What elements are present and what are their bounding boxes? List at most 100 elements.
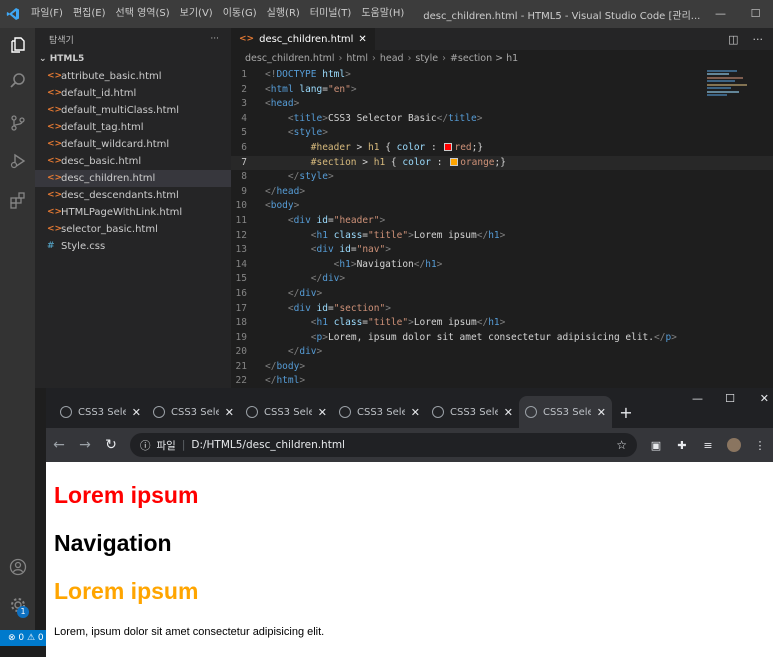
- minimize-button[interactable]: —: [703, 0, 738, 28]
- browser-tab[interactable]: CSS3 Selec ✕: [54, 396, 147, 428]
- code-text: </div>: [287, 346, 323, 358]
- maximize-button[interactable]: ☐: [738, 0, 773, 28]
- info-icon[interactable]: ⓘ: [140, 438, 151, 453]
- code-line[interactable]: 18 <h1 class="title">Lorem ipsum</h1>: [231, 316, 773, 331]
- code-line[interactable]: 11 <div id="header">: [231, 214, 773, 229]
- close-icon[interactable]: ✕: [358, 34, 366, 45]
- address-bar[interactable]: ⓘ 파일 | D:/HTML5/desc_children.html ☆: [130, 433, 637, 457]
- close-icon[interactable]: ✕: [318, 406, 327, 419]
- media-control-icon[interactable]: ≡: [701, 438, 715, 452]
- breadcrumb-item[interactable]: html: [346, 50, 368, 67]
- extension-icon[interactable]: ▣: [649, 438, 663, 452]
- editor-tab-desc-children[interactable]: <> desc_children.html ✕: [231, 28, 375, 50]
- code-line[interactable]: 9 </head>: [231, 185, 773, 200]
- file-item[interactable]: <> attribute_basic.html: [35, 68, 231, 85]
- code-line[interactable]: 15 </div>: [231, 272, 773, 287]
- bookmark-star-icon[interactable]: ☆: [616, 438, 627, 452]
- page-content: Lorem ipsum Navigation Lorem ipsum Lorem…: [46, 462, 773, 638]
- code-text: #header > h1 { color : red;}: [310, 141, 484, 153]
- globe-icon: [525, 406, 537, 418]
- explorer-icon[interactable]: [0, 28, 35, 62]
- browser-tab[interactable]: CSS3 Selec ✕: [333, 396, 426, 428]
- file-item[interactable]: <> desc_basic.html: [35, 153, 231, 170]
- back-arrow-icon[interactable]: ←: [52, 437, 66, 453]
- reload-icon[interactable]: ↻: [104, 437, 118, 453]
- menu-item[interactable]: 선택 영역(S): [111, 0, 175, 28]
- code-line[interactable]: 20 </div>: [231, 345, 773, 360]
- problems-status[interactable]: ⊗ 0 ⚠ 0: [8, 633, 44, 643]
- menu-item[interactable]: 도움말(H): [356, 0, 409, 28]
- split-editor-icon[interactable]: ◫: [728, 33, 738, 46]
- folder-html5[interactable]: ⌄ HTML5: [35, 50, 231, 68]
- close-icon[interactable]: ✕: [225, 406, 234, 419]
- code-line[interactable]: 10 <body>: [231, 199, 773, 214]
- browser-tab[interactable]: CSS3 Selec ✕: [519, 396, 612, 428]
- code-line[interactable]: 12 <h1 class="title">Lorem ipsum</h1>: [231, 229, 773, 244]
- menu-item[interactable]: 터미널(T): [305, 0, 357, 28]
- menu-item[interactable]: 편집(E): [68, 0, 111, 28]
- file-item[interactable]: # Style.css: [35, 238, 231, 255]
- breadcrumb-item[interactable]: style: [415, 50, 438, 67]
- source-control-icon[interactable]: [0, 106, 35, 140]
- file-item[interactable]: <> selector_basic.html: [35, 221, 231, 238]
- code-line[interactable]: 8 </style>: [231, 170, 773, 185]
- browser-close-button[interactable]: ✕: [760, 392, 769, 405]
- extensions-puzzle-icon[interactable]: ✚: [675, 438, 689, 452]
- browser-minimize-button[interactable]: —: [692, 392, 703, 405]
- code-line[interactable]: 1 <!DOCTYPE html>: [231, 68, 773, 83]
- file-label: default_wildcard.html: [61, 139, 170, 150]
- menu-item[interactable]: 실행(R): [262, 0, 305, 28]
- code-line[interactable]: 4 <title>CSS3 Selector Basic</title>: [231, 112, 773, 127]
- menu-item[interactable]: 이동(G): [218, 0, 262, 28]
- menu-item[interactable]: 보기(V): [175, 0, 218, 28]
- close-icon[interactable]: ✕: [411, 406, 420, 419]
- address-separator: |: [181, 439, 186, 451]
- run-debug-icon[interactable]: [0, 144, 35, 178]
- code-line[interactable]: 16 </div>: [231, 287, 773, 302]
- browser-tab[interactable]: CSS3 Selec ✕: [240, 396, 333, 428]
- account-icon[interactable]: [0, 550, 35, 584]
- code-line[interactable]: 14 <h1>Navigation</h1>: [231, 258, 773, 273]
- menu-item[interactable]: 파일(F): [26, 0, 68, 28]
- breadcrumb-item[interactable]: #section > h1: [450, 50, 518, 67]
- forward-arrow-icon[interactable]: →: [78, 437, 92, 453]
- breadcrumb-item[interactable]: desc_children.html: [245, 50, 335, 67]
- browser-maximize-button[interactable]: ☐: [725, 392, 735, 405]
- code-line[interactable]: 19 <p>Lorem, ipsum dolor sit amet consec…: [231, 331, 773, 346]
- code-line[interactable]: 7 #section > h1 { color : orange;}: [231, 155, 773, 171]
- close-icon[interactable]: ✕: [504, 406, 513, 419]
- menu-kebab-icon[interactable]: ⋮: [753, 438, 767, 452]
- profile-avatar[interactable]: [727, 438, 741, 452]
- code-line[interactable]: 13 <div id="nav">: [231, 243, 773, 258]
- file-item[interactable]: <> desc_children.html: [35, 170, 231, 187]
- code-editor[interactable]: 1 <!DOCTYPE html> 2 <html lang="en"> 3 <head>…: [231, 68, 773, 388]
- manage-gear-icon[interactable]: 1: [0, 588, 35, 622]
- file-item[interactable]: <> default_id.html: [35, 85, 231, 102]
- minimap[interactable]: [707, 68, 751, 118]
- browser-tab[interactable]: CSS3 Selec ✕: [426, 396, 519, 428]
- vscode-titlebar: 파일(F) 편집(E) 선택 영역(S) 보기(V) 이동(G) 실행(R) 터미널(T) 도…: [0, 0, 773, 28]
- close-icon[interactable]: ✕: [597, 406, 606, 419]
- code-text: <h1>Navigation</h1>: [333, 258, 443, 270]
- search-icon[interactable]: [0, 64, 35, 98]
- code-line[interactable]: 3 <head>: [231, 97, 773, 112]
- file-item[interactable]: <> default_multiClass.html: [35, 102, 231, 119]
- browser-tab[interactable]: CSS3 Selec ✕: [147, 396, 240, 428]
- file-item[interactable]: <> desc_descendants.html: [35, 187, 231, 204]
- code-line[interactable]: 5 <style>: [231, 126, 773, 141]
- more-actions-icon[interactable]: ···: [210, 34, 219, 44]
- code-line[interactable]: 2 <html lang="en">: [231, 83, 773, 98]
- code-line[interactable]: 6 #header > h1 { color : red;}: [231, 141, 773, 156]
- extensions-icon[interactable]: [0, 184, 35, 218]
- breadcrumb-item[interactable]: head: [380, 50, 404, 67]
- code-line[interactable]: 21 </body>: [231, 360, 773, 375]
- close-icon[interactable]: ✕: [132, 406, 141, 419]
- file-item[interactable]: <> default_wildcard.html: [35, 136, 231, 153]
- code-line[interactable]: 17 <div id="section">: [231, 302, 773, 317]
- new-tab-button[interactable]: +: [612, 396, 640, 428]
- more-actions-icon[interactable]: ···: [753, 33, 764, 46]
- globe-icon: [432, 406, 444, 418]
- code-line[interactable]: 22 </html>: [231, 374, 773, 389]
- file-item[interactable]: <> HTMLPageWithLink.html: [35, 204, 231, 221]
- file-item[interactable]: <> default_tag.html: [35, 119, 231, 136]
